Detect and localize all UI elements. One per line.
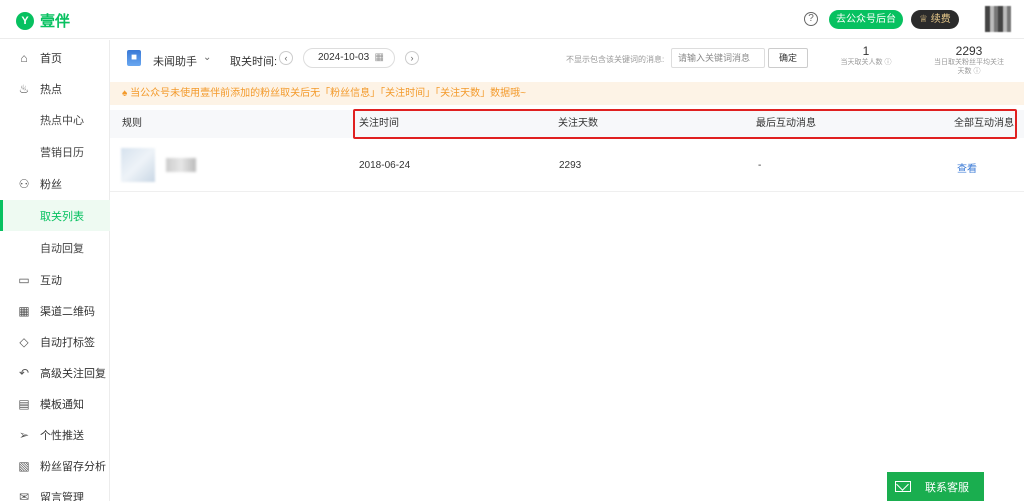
stat-unfollow-count: 1 当天取关人数 ⓘ <box>832 44 900 67</box>
sidebar-item-marketing-calendar[interactable]: 营销日历 <box>0 136 110 167</box>
help-icon[interactable]: ? <box>804 12 818 26</box>
filter-bar: ■ 未闻助手 ⌄ 取关时间: ‹ 2024-10-03 ▦ › 不显示包含该关键… <box>110 40 1024 80</box>
contact-service-label: 联系客服 <box>925 481 969 494</box>
sidebar-item-label: 高级关注回复 <box>40 367 106 380</box>
confirm-button[interactable]: 确定 <box>768 48 808 68</box>
renew-button[interactable]: ♕ 续费 <box>911 10 959 29</box>
keyword-filter-label: 不显示包含该关键词的消息: <box>566 55 665 64</box>
stat-value: 2293 <box>955 44 983 58</box>
chevron-down-icon[interactable]: ⌄ <box>203 52 211 63</box>
sidebar-item-fans[interactable]: ⚇ 粉丝 <box>0 168 110 199</box>
app-logo[interactable]: Y 壹伴 <box>16 10 70 31</box>
sidebar-item-label: 粉丝 <box>40 178 62 191</box>
sidebar-item-hot-center[interactable]: 热点中心 <box>0 104 110 135</box>
sidebar-item-unfollow-list[interactable]: 取关列表 <box>0 200 110 231</box>
mail-icon <box>895 481 911 492</box>
analysis-icon: ▧ <box>18 458 30 473</box>
template-icon: ▤ <box>18 396 30 411</box>
contact-service-button[interactable]: 联系客服 <box>887 472 984 501</box>
top-bar: Y 壹伴 ? 去公众号后台 ♕ 续费 <box>0 0 1024 39</box>
home-icon: ⌂ <box>20 50 28 65</box>
column-rule: 规则 <box>122 118 142 129</box>
sidebar-item-template-notice[interactable]: ▤ 模板通知 <box>0 388 110 419</box>
table-row: 2018-06-24 2293 - 查看 <box>110 140 1024 192</box>
tag-icon: ◇ <box>19 334 29 349</box>
sidebar-item-advanced-follow-reply[interactable]: ↶ 高级关注回复 <box>0 357 110 388</box>
account-name[interactable]: 未闻助手 <box>153 53 197 69</box>
sidebar-item-hot[interactable]: ♨ 热点 <box>0 73 110 104</box>
renew-label: 续费 <box>930 14 951 25</box>
sidebar-item-retention-analysis[interactable]: ▧ 粉丝留存分析 <box>0 450 110 481</box>
sidebar-item-interaction[interactable]: ▭ 互动 <box>0 264 110 295</box>
prev-date-button[interactable]: ‹ <box>279 51 293 65</box>
sidebar-item-personal-push[interactable]: ➢ 个性推送 <box>0 419 110 450</box>
last-message-cell: - <box>758 160 762 171</box>
user-icon: ⚇ <box>18 176 30 191</box>
sidebar-item-comment-management[interactable]: ✉ 留言管理 <box>0 481 110 501</box>
fan-name <box>166 158 196 172</box>
sidebar-item-label: 自动回复 <box>40 242 84 255</box>
qrcode-icon: ▦ <box>18 303 30 318</box>
view-link[interactable]: 查看 <box>957 160 977 175</box>
sidebar-item-label: 粉丝留存分析 <box>40 460 106 473</box>
sidebar-item-label: 个性推送 <box>40 429 84 442</box>
avatar[interactable] <box>985 6 1011 32</box>
sidebar-item-label: 渠道二维码 <box>40 305 95 318</box>
sidebar-item-channel-qrcode[interactable]: ▦ 渠道二维码 <box>0 295 110 326</box>
sidebar-item-label: 模板通知 <box>40 398 84 411</box>
calendar-icon: ▦ <box>374 52 384 63</box>
sidebar-item-label: 热点中心 <box>40 114 84 127</box>
notice-banner: ♠ 当公众号未使用壹伴前添加的粉丝取关后无「粉丝信息」「关注时间」「关注天数」数… <box>110 82 1024 105</box>
follow-days-cell: 2293 <box>559 160 582 171</box>
account-icon: ■ <box>127 50 141 66</box>
stat-average-follow-days: 2293 当日取关粉丝平均关注天数 ⓘ <box>934 44 1004 76</box>
follow-time-cell: 2018-06-24 <box>359 160 411 171</box>
stat-label: 当日取关粉丝平均关注天数 ⓘ <box>934 59 1004 75</box>
sidebar-item-label: 自动打标签 <box>40 336 95 349</box>
fan-avatar <box>121 148 155 182</box>
keyword-input[interactable]: 请输入关键词消息 <box>671 48 765 68</box>
reply-icon: ↶ <box>18 365 30 380</box>
sidebar-item-label: 热点 <box>40 83 62 96</box>
next-date-button[interactable]: › <box>405 51 419 65</box>
date-picker[interactable]: 2024-10-03 ▦ <box>303 48 395 68</box>
stat-value: 1 <box>862 44 870 58</box>
message-icon: ✉ <box>18 489 30 501</box>
sidebar-item-auto-reply[interactable]: 自动回复 <box>0 232 110 263</box>
highlight-box <box>353 109 1017 139</box>
unfollow-time-label: 取关时间: <box>230 56 278 68</box>
sidebar-item-auto-tag[interactable]: ◇ 自动打标签 <box>0 326 110 357</box>
sidebar-item-label: 留言管理 <box>40 491 84 501</box>
sidebar-item-home[interactable]: ⌂ 首页 <box>0 42 110 73</box>
stat-label: 当天取关人数 ⓘ <box>840 59 892 66</box>
sidebar-item-label: 营销日历 <box>40 146 84 159</box>
sidebar: ⌂ 首页 ♨ 热点 热点中心 营销日历 ⚇ 粉丝 取关列表 自动回复 ▭ 互动 … <box>0 40 110 501</box>
sidebar-item-label: 首页 <box>40 52 62 65</box>
date-value: 2024-10-03 <box>318 52 370 63</box>
sidebar-item-label: 互动 <box>40 274 62 287</box>
sidebar-item-label: 取关列表 <box>40 210 84 223</box>
app-name: 壹伴 <box>40 13 71 30</box>
logo-icon: Y <box>16 11 34 30</box>
fire-icon: ♨ <box>18 81 30 96</box>
send-icon: ➢ <box>18 427 30 442</box>
chat-icon: ▭ <box>18 272 30 287</box>
go-backend-button[interactable]: 去公众号后台 <box>829 10 903 29</box>
